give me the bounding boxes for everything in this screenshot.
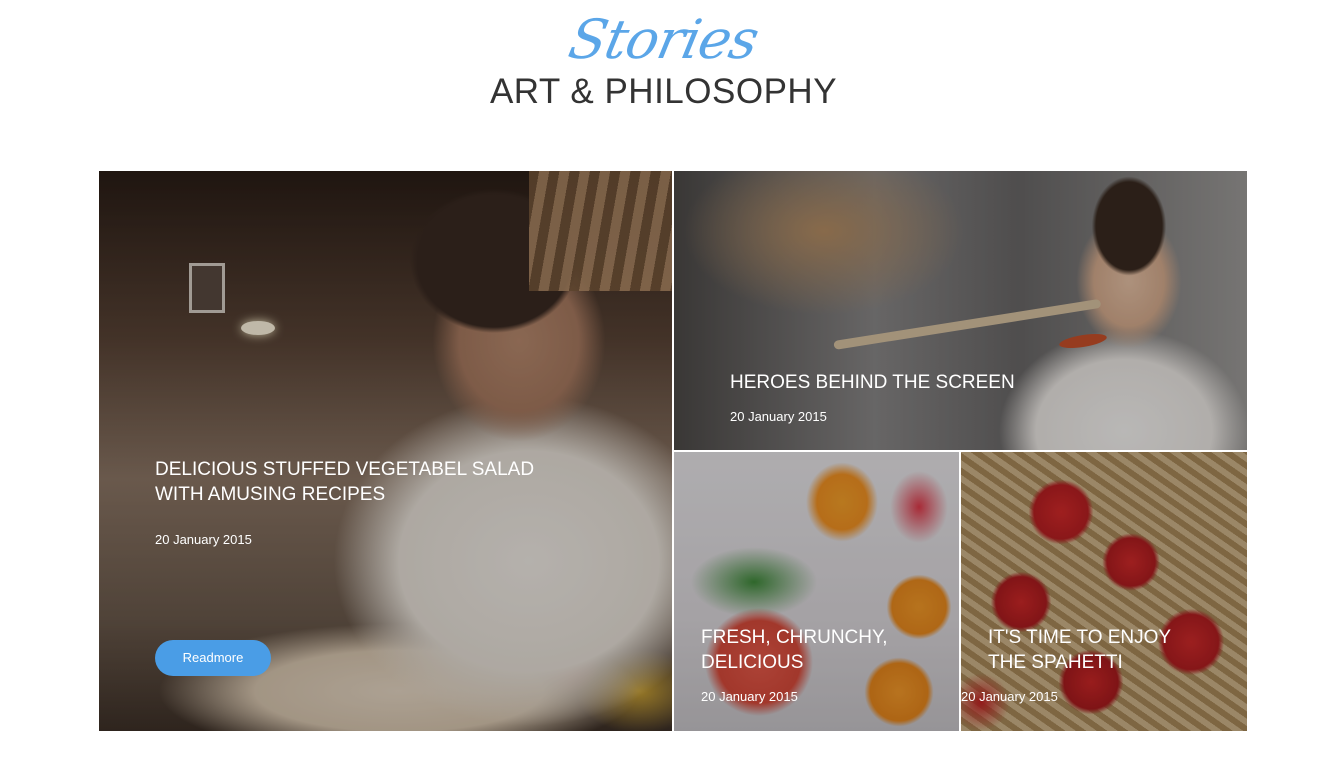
story-title-line[interactable]: DELICIOUS STUFFED VEGETABEL SALAD	[155, 457, 575, 482]
stories-grid: DELICIOUS STUFFED VEGETABEL SALAD WITH A…	[99, 171, 1247, 731]
story-title[interactable]: FRESH, CHRUNCHY, DELICIOUS	[701, 625, 951, 675]
story-title-line[interactable]: HEROES BEHIND THE SCREEN	[730, 370, 1150, 395]
readmore-button[interactable]: Readmore	[155, 640, 271, 676]
story-card[interactable]: HEROES BEHIND THE SCREEN 20 January 2015	[674, 171, 1247, 450]
story-date: 20 January 2015	[961, 689, 1058, 704]
story-title[interactable]: HEROES BEHIND THE SCREEN	[730, 370, 1150, 395]
story-title[interactable]: IT'S TIME TO ENJOY THE SPAHETTI	[988, 625, 1238, 675]
story-card-featured[interactable]: DELICIOUS STUFFED VEGETABEL SALAD WITH A…	[99, 171, 672, 731]
story-date: 20 January 2015	[730, 409, 827, 424]
section-header: Stories ART & PHILOSOPHY	[0, 0, 1327, 130]
section-script-title: Stories	[563, 8, 764, 71]
story-card[interactable]: FRESH, CHRUNCHY, DELICIOUS 20 January 20…	[674, 452, 959, 731]
story-date: 20 January 2015	[701, 689, 798, 704]
story-card[interactable]: IT'S TIME TO ENJOY THE SPAHETTI 20 Janua…	[961, 452, 1247, 731]
story-title-line[interactable]: WITH AMUSING RECIPES	[155, 482, 575, 507]
story-title-line[interactable]: IT'S TIME TO ENJOY	[988, 625, 1238, 650]
story-date: 20 January 2015	[155, 532, 252, 547]
story-title-line[interactable]: FRESH, CHRUNCHY,	[701, 625, 951, 650]
story-title-line[interactable]: DELICIOUS	[701, 650, 951, 675]
section-title: ART & PHILOSOPHY	[489, 72, 838, 111]
story-title-line[interactable]: THE SPAHETTI	[988, 650, 1238, 675]
story-title[interactable]: DELICIOUS STUFFED VEGETABEL SALAD WITH A…	[155, 457, 575, 507]
